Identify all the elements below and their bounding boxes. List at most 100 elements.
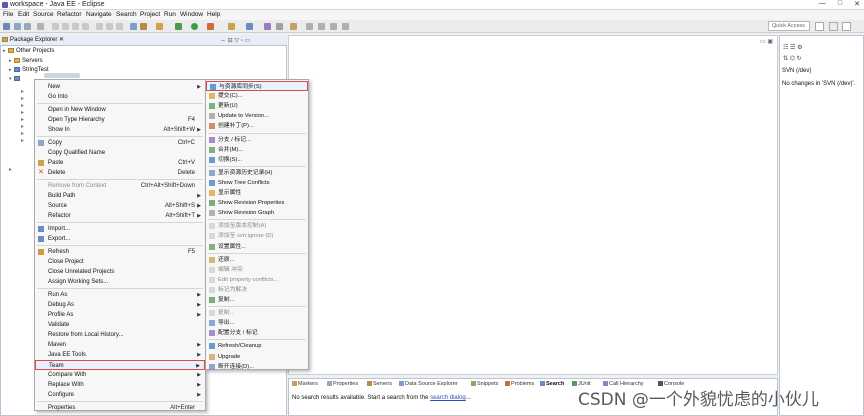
team-submenu-item[interactable]: 切换(S)... <box>206 155 308 165</box>
context-menu-item-debug-as[interactable]: Debug As ▶ <box>35 300 205 310</box>
skip-breakpoints-icon[interactable] <box>52 23 59 30</box>
context-menu-item-refresh[interactable]: Refresh F5 <box>35 247 205 257</box>
suspend-icon[interactable] <box>72 23 79 30</box>
context-menu-item-open-in-new-window[interactable]: Open in New Window <box>35 105 205 115</box>
context-menu-item-compare-with[interactable]: Compare With ▶ <box>35 370 205 380</box>
team-submenu-item[interactable]: 还原... <box>206 255 308 265</box>
team-submenu-item[interactable]: 复制... <box>206 295 308 305</box>
tree-item[interactable]: ▸ Servers <box>9 58 43 64</box>
back-icon[interactable] <box>330 23 337 30</box>
menu-file[interactable]: File <box>3 11 13 18</box>
tab-search[interactable]: Search <box>540 381 564 387</box>
context-menu-item-java-ee-tools[interactable]: Java EE Tools ▶ <box>35 350 205 360</box>
tab-properties[interactable]: Properties <box>327 381 358 387</box>
java-ee-perspective-icon[interactable] <box>829 22 838 31</box>
context-menu-item-remove-from-context[interactable]: Remove from Context Ctrl+Alt+Shift+Down <box>35 181 205 191</box>
context-menu-item-replace-with[interactable]: Replace With ▶ <box>35 380 205 390</box>
team-submenu-item[interactable]: 复制... <box>206 308 308 318</box>
tab-markers[interactable]: Markers <box>292 381 318 387</box>
step-over-icon[interactable] <box>106 23 113 30</box>
menu-project[interactable]: Project <box>140 11 160 18</box>
menu-navigate[interactable]: Navigate <box>86 11 112 18</box>
new-icon[interactable] <box>3 23 10 30</box>
context-menu-item-profile-as[interactable]: Profile As ▶ <box>35 310 205 320</box>
context-menu-item-export[interactable]: Export... <box>35 234 205 244</box>
context-menu-item-copy-qualified-name[interactable]: Copy Qualified Name <box>35 148 205 158</box>
team-submenu-item[interactable]: Edit property conflicts... <box>206 275 308 285</box>
team-submenu-item[interactable]: 显示资源历史记录(H) <box>206 168 308 178</box>
context-menu-item-close-project[interactable]: Close Project <box>35 257 205 267</box>
context-menu-item-configure[interactable]: Configure ▶ <box>35 390 205 400</box>
open-type-icon[interactable] <box>264 23 271 30</box>
menu-help[interactable]: Help <box>207 11 220 18</box>
debug-icon[interactable] <box>175 23 182 30</box>
context-menu-item-source[interactable]: Source Alt+Shift+S ▶ <box>35 201 205 211</box>
team-submenu-item[interactable]: Upgrade <box>206 352 308 362</box>
annotation-icon[interactable] <box>290 23 297 30</box>
context-menu-item-paste[interactable]: Paste Ctrl+V <box>35 158 205 168</box>
context-menu-item-go-into[interactable]: Go Into <box>35 92 205 102</box>
context-menu-item-properties[interactable]: Properties Alt+Enter <box>35 403 205 413</box>
team-submenu-item[interactable]: 导出... <box>206 318 308 328</box>
team-submenu-item[interactable]: 断开连接(D)... <box>206 362 308 372</box>
terminate-icon[interactable] <box>82 23 89 30</box>
team-submenu-item[interactable]: 添加至 svn:ignore (D) <box>206 231 308 241</box>
team-submenu-item[interactable]: 与资源库同步(S) <box>206 81 308 91</box>
tab-servers[interactable]: Servers <box>367 381 392 387</box>
team-submenu-item[interactable]: 创建补丁(P)... <box>206 121 308 131</box>
context-menu-item-show-in[interactable]: Show In Alt+Shift+W ▶ <box>35 125 205 135</box>
close-button[interactable]: ✕ <box>854 0 860 8</box>
context-menu-item-delete[interactable]: ✕ Delete Delete <box>35 168 205 178</box>
context-menu-item-import[interactable]: Import... <box>35 224 205 234</box>
team-submenu-item[interactable]: 合并(M)... <box>206 145 308 155</box>
tab-data-source-explorer[interactable]: Data Source Explorer <box>399 381 458 387</box>
tab-snippets[interactable]: Snippets <box>471 381 498 387</box>
build-icon[interactable] <box>156 23 163 30</box>
step-into-icon[interactable] <box>96 23 103 30</box>
team-submenu-item[interactable]: 配置分支 / 标记 <box>206 328 308 338</box>
team-submenu-item[interactable]: Update to Version... <box>206 111 308 121</box>
context-menu-item-assign-working-sets[interactable]: Assign Working Sets... <box>35 277 205 287</box>
quick-access-field[interactable]: Quick Access <box>768 21 810 31</box>
external-tools-icon[interactable] <box>207 23 214 30</box>
context-menu-item-close-unrelated-projects[interactable]: Close Unrelated Projects <box>35 267 205 277</box>
print-icon[interactable] <box>37 23 44 30</box>
open-perspective-icon[interactable] <box>130 23 137 30</box>
tree-item-selected-project[interactable]: ▾ <box>9 76 22 82</box>
menu-run[interactable]: Run <box>164 11 176 18</box>
menu-window[interactable]: Window <box>180 11 203 18</box>
team-submenu-item[interactable]: 添加至版本控制(A) <box>206 221 308 231</box>
prev-edit-icon[interactable] <box>306 23 313 30</box>
team-submenu-item[interactable]: 提交(C)... <box>206 91 308 101</box>
team-submenu-item[interactable]: 标记为解决 <box>206 285 308 295</box>
menu-source[interactable]: Source <box>33 11 54 18</box>
team-submenu-item[interactable]: Show Tree Conflicts <box>206 178 308 188</box>
forward-icon[interactable] <box>342 23 349 30</box>
team-submenu-item[interactable]: Show Revision Graph <box>206 208 308 218</box>
svn-perspective-icon[interactable] <box>842 22 851 31</box>
close-tab-icon[interactable]: ✕ <box>59 37 64 43</box>
context-menu-item-run-as[interactable]: Run As ▶ <box>35 290 205 300</box>
menu-refactor[interactable]: Refactor <box>57 11 82 18</box>
run-icon[interactable] <box>191 23 198 30</box>
team-submenu-item[interactable]: 设置属性... <box>206 242 308 252</box>
save-icon[interactable] <box>14 23 21 30</box>
tree-item[interactable]: ▸ Other Projects <box>3 48 54 54</box>
editor-min-max[interactable]: ▭ ▣ <box>760 38 773 45</box>
team-submenu-item[interactable]: 编辑 冲突 <box>206 265 308 275</box>
server-icon[interactable] <box>140 23 147 30</box>
menu-search[interactable]: Search <box>116 11 137 18</box>
team-submenu-item[interactable]: Refresh/Cleanup <box>206 341 308 351</box>
tab-problems[interactable]: Problems <box>505 381 534 387</box>
resume-icon[interactable] <box>62 23 69 30</box>
context-menu-item-team[interactable]: Team ▶ <box>35 360 205 370</box>
context-menu-item-maven[interactable]: Maven ▶ <box>35 340 205 350</box>
context-menu-item-open-type-hierarchy[interactable]: Open Type Hierarchy F4 <box>35 115 205 125</box>
context-menu-item-validate[interactable]: Validate <box>35 320 205 330</box>
package-explorer-tab[interactable]: Package Explorer ✕ <box>2 36 64 43</box>
new-class-icon[interactable] <box>246 23 253 30</box>
context-menu-item-copy[interactable]: Copy Ctrl+C <box>35 138 205 148</box>
maximize-button[interactable]: □ <box>838 0 842 8</box>
context-menu-item-build-path[interactable]: Build Path ▶ <box>35 191 205 201</box>
save-all-icon[interactable] <box>24 23 31 30</box>
